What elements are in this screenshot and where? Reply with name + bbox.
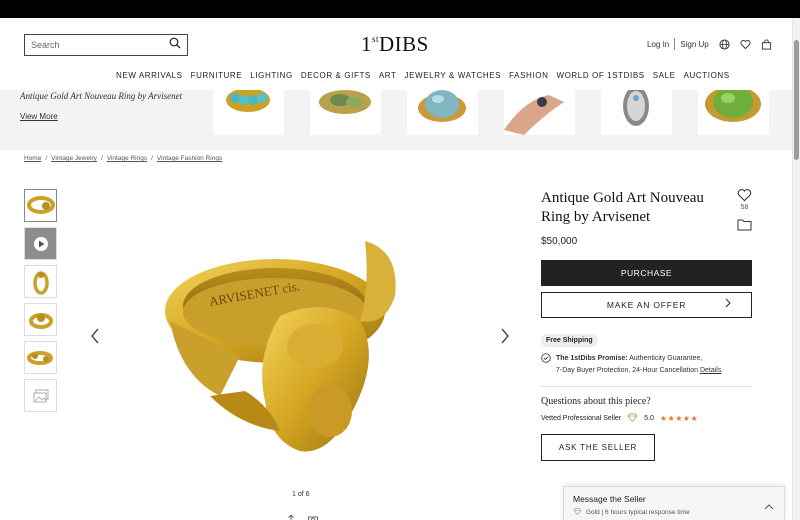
header-account-links: Log In Sign Up <box>647 38 772 50</box>
related-item-green-gold-ring[interactable] <box>310 90 381 135</box>
breadcrumb-separator: / <box>45 155 48 162</box>
gallery-video-thumbnail[interactable] <box>24 227 57 260</box>
promise-details-link[interactable]: Details <box>700 367 721 374</box>
nav-item-lighting[interactable]: LIGHTING <box>250 71 293 80</box>
nav-item-auctions[interactable]: AUCTIONS <box>684 71 730 80</box>
gallery-thumbnail-more[interactable] <box>24 379 57 412</box>
main-navigation: NEW ARRIVALS FURNITURE LIGHTING DECOR & … <box>116 71 730 80</box>
questions-heading: Questions about this piece? <box>541 396 651 407</box>
heart-icon[interactable] <box>737 188 752 202</box>
message-widget-response-time: Gold | 6 hours typical response time <box>586 509 690 516</box>
promise-label: The 1stDibs Promise: <box>556 355 628 362</box>
section-divider <box>541 386 752 387</box>
banner-title: Antique Gold Art Nouveau Ring by Arvisen… <box>20 91 183 101</box>
chevron-right-icon <box>725 298 731 311</box>
chevron-left-icon[interactable] <box>90 328 100 344</box>
star-rating-icon: ★★★★★ <box>659 414 699 423</box>
gallery-thumbnail-3[interactable] <box>24 265 57 298</box>
main-product-image[interactable]: ARVISENET cis. <box>150 226 420 476</box>
related-item-turquoise-ring[interactable] <box>213 90 284 135</box>
gallery-thumbnail-1[interactable] <box>24 189 57 222</box>
favorite-count: 58 <box>740 204 749 211</box>
related-item-hand-ring[interactable] <box>504 90 575 135</box>
related-item-silver-ring[interactable] <box>601 90 672 135</box>
nav-item-sale[interactable]: SALE <box>653 71 676 80</box>
recently-viewed-banner: Antique Gold Art Nouveau Ring by Arvisen… <box>0 90 792 150</box>
purchase-button[interactable]: PURCHASE <box>541 260 752 286</box>
related-item-aquamarine-ring[interactable] <box>407 90 478 135</box>
image-counter: 1 of 6 <box>292 491 310 498</box>
share-icon[interactable] <box>286 511 296 520</box>
nav-item-fashion[interactable]: FASHION <box>509 71 548 80</box>
search-icon[interactable] <box>169 36 181 54</box>
diamond-icon <box>627 413 638 424</box>
message-seller-widget[interactable]: Message the Seller Gold | 6 hours typica… <box>563 486 785 520</box>
buyer-promise: The 1stDibs Promise: Authenticity Guaran… <box>541 353 721 377</box>
camera-icon[interactable] <box>308 511 318 520</box>
check-circle-icon <box>541 353 551 377</box>
heart-icon[interactable] <box>740 39 751 50</box>
previous-image-arrow[interactable] <box>90 328 100 349</box>
breadcrumb-vintage-jewelry[interactable]: Vintage Jewelry <box>51 155 97 162</box>
breadcrumb-separator: / <box>100 155 103 162</box>
seller-rating-value: 5.0 <box>644 415 654 422</box>
chevron-right-icon[interactable] <box>500 328 510 344</box>
gallery-thumbnail-5[interactable] <box>24 341 57 374</box>
image-actions <box>286 511 318 520</box>
breadcrumb-home[interactable]: Home <box>24 155 41 162</box>
seller-rating-row: Vetted Professional Seller 5.0 ★★★★★ <box>541 413 698 424</box>
nav-item-furniture[interactable]: FURNITURE <box>191 71 243 80</box>
promise-text-2: 7-Day Buyer Protection, 24-Hour Cancella… <box>556 367 699 374</box>
free-shipping-badge: Free Shipping <box>541 334 598 347</box>
search-input[interactable] <box>31 40 169 50</box>
site-logo[interactable]: 1stDIBS <box>361 32 429 57</box>
related-items-row <box>213 90 769 135</box>
save-to-folder-button[interactable] <box>737 218 752 236</box>
product-title: Antique Gold Art Nouveau Ring by Arvisen… <box>541 190 704 225</box>
gallery-thumbnail-4[interactable] <box>24 303 57 336</box>
image-gallery-icon <box>33 389 48 402</box>
ask-seller-button[interactable]: ASK THE SELLER <box>541 434 655 461</box>
breadcrumb: Home / Vintage Jewelry / Vintage Rings / Vi… <box>24 155 222 162</box>
related-item-jade-ring[interactable] <box>698 90 769 135</box>
make-offer-label: MAKE AN OFFER <box>606 300 687 310</box>
breadcrumb-separator: / <box>151 155 153 162</box>
search-box[interactable] <box>24 34 188 56</box>
product-price: $50,000 <box>541 236 578 247</box>
view-more-link[interactable]: View More <box>20 112 58 121</box>
favorite-button[interactable]: 58 <box>737 188 752 211</box>
next-image-arrow[interactable] <box>500 328 510 349</box>
breadcrumb-vintage-rings[interactable]: Vintage Rings <box>107 155 147 162</box>
folder-icon[interactable] <box>737 218 752 231</box>
make-offer-button[interactable]: MAKE AN OFFER <box>541 292 752 318</box>
login-link[interactable]: Log In <box>647 40 669 49</box>
nav-item-art[interactable]: ART <box>379 71 397 80</box>
shopping-bag-icon[interactable] <box>761 38 772 50</box>
browser-top-bar <box>0 0 800 18</box>
globe-icon[interactable] <box>719 38 730 50</box>
play-icon[interactable] <box>26 229 56 259</box>
message-widget-subtitle: Gold | 6 hours typical response time <box>573 508 690 517</box>
chevron-up-icon[interactable] <box>764 497 774 515</box>
nav-item-new-arrivals[interactable]: NEW ARRIVALS <box>116 71 183 80</box>
page-scrollbar[interactable] <box>792 18 800 520</box>
scrollbar-thumb[interactable] <box>794 40 799 160</box>
vetted-seller-label: Vetted Professional Seller <box>541 415 622 422</box>
nav-item-world-of-1stdibs[interactable]: WORLD OF 1STDIBS <box>556 71 644 80</box>
message-widget-title: Message the Seller <box>573 494 646 504</box>
header-divider <box>674 38 676 50</box>
signup-link[interactable]: Sign Up <box>680 40 708 49</box>
breadcrumb-vintage-fashion-rings[interactable]: Vintage Fashion Rings <box>157 155 222 162</box>
promise-text-1: Authenticity Guarantee, <box>629 355 703 362</box>
diamond-icon <box>573 508 582 517</box>
nav-item-jewelry-watches[interactable]: JEWELRY & WATCHES <box>405 71 502 80</box>
nav-item-decor-gifts[interactable]: DECOR & GIFTS <box>301 71 371 80</box>
